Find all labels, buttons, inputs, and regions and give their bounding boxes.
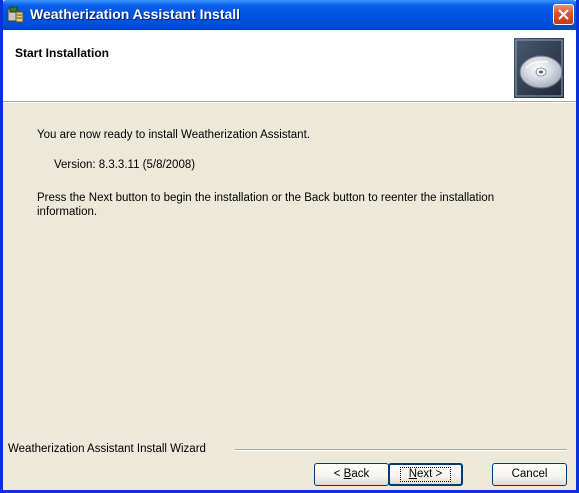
wizard-group-label: Weatherization Assistant Install Wizard — [8, 443, 206, 455]
close-button[interactable] — [553, 4, 574, 25]
next-focus-rect: Next > — [399, 467, 452, 482]
close-icon — [558, 9, 569, 20]
title-bar[interactable]: Weatherization Assistant Install — [3, 0, 576, 30]
next-hotkey: N — [408, 468, 418, 480]
back-rest: ack — [351, 468, 370, 480]
back-button[interactable]: < Back — [314, 463, 389, 486]
installer-app-icon — [7, 6, 24, 23]
next-rest: ext > — [417, 468, 443, 480]
cancel-button[interactable]: Cancel — [492, 463, 567, 486]
header-separator — [3, 101, 576, 103]
installer-window: Weatherization Assistant Install Start I… — [0, 0, 579, 493]
cd-disc-icon — [514, 38, 564, 98]
ready-text: You are now ready to install Weatherizat… — [37, 129, 310, 141]
window-title: Weatherization Assistant Install — [30, 6, 241, 22]
header-panel: Start Installation — [3, 30, 576, 101]
header-title: Start Installation — [15, 46, 110, 60]
next-button[interactable]: Next > — [388, 463, 463, 486]
instruction-text: Press the Next button to begin the insta… — [37, 192, 495, 218]
version-text: Version: 8.3.3.11 (5/8/2008) — [54, 159, 196, 171]
footer-separator — [235, 449, 567, 451]
back-prefix: < — [333, 468, 344, 480]
